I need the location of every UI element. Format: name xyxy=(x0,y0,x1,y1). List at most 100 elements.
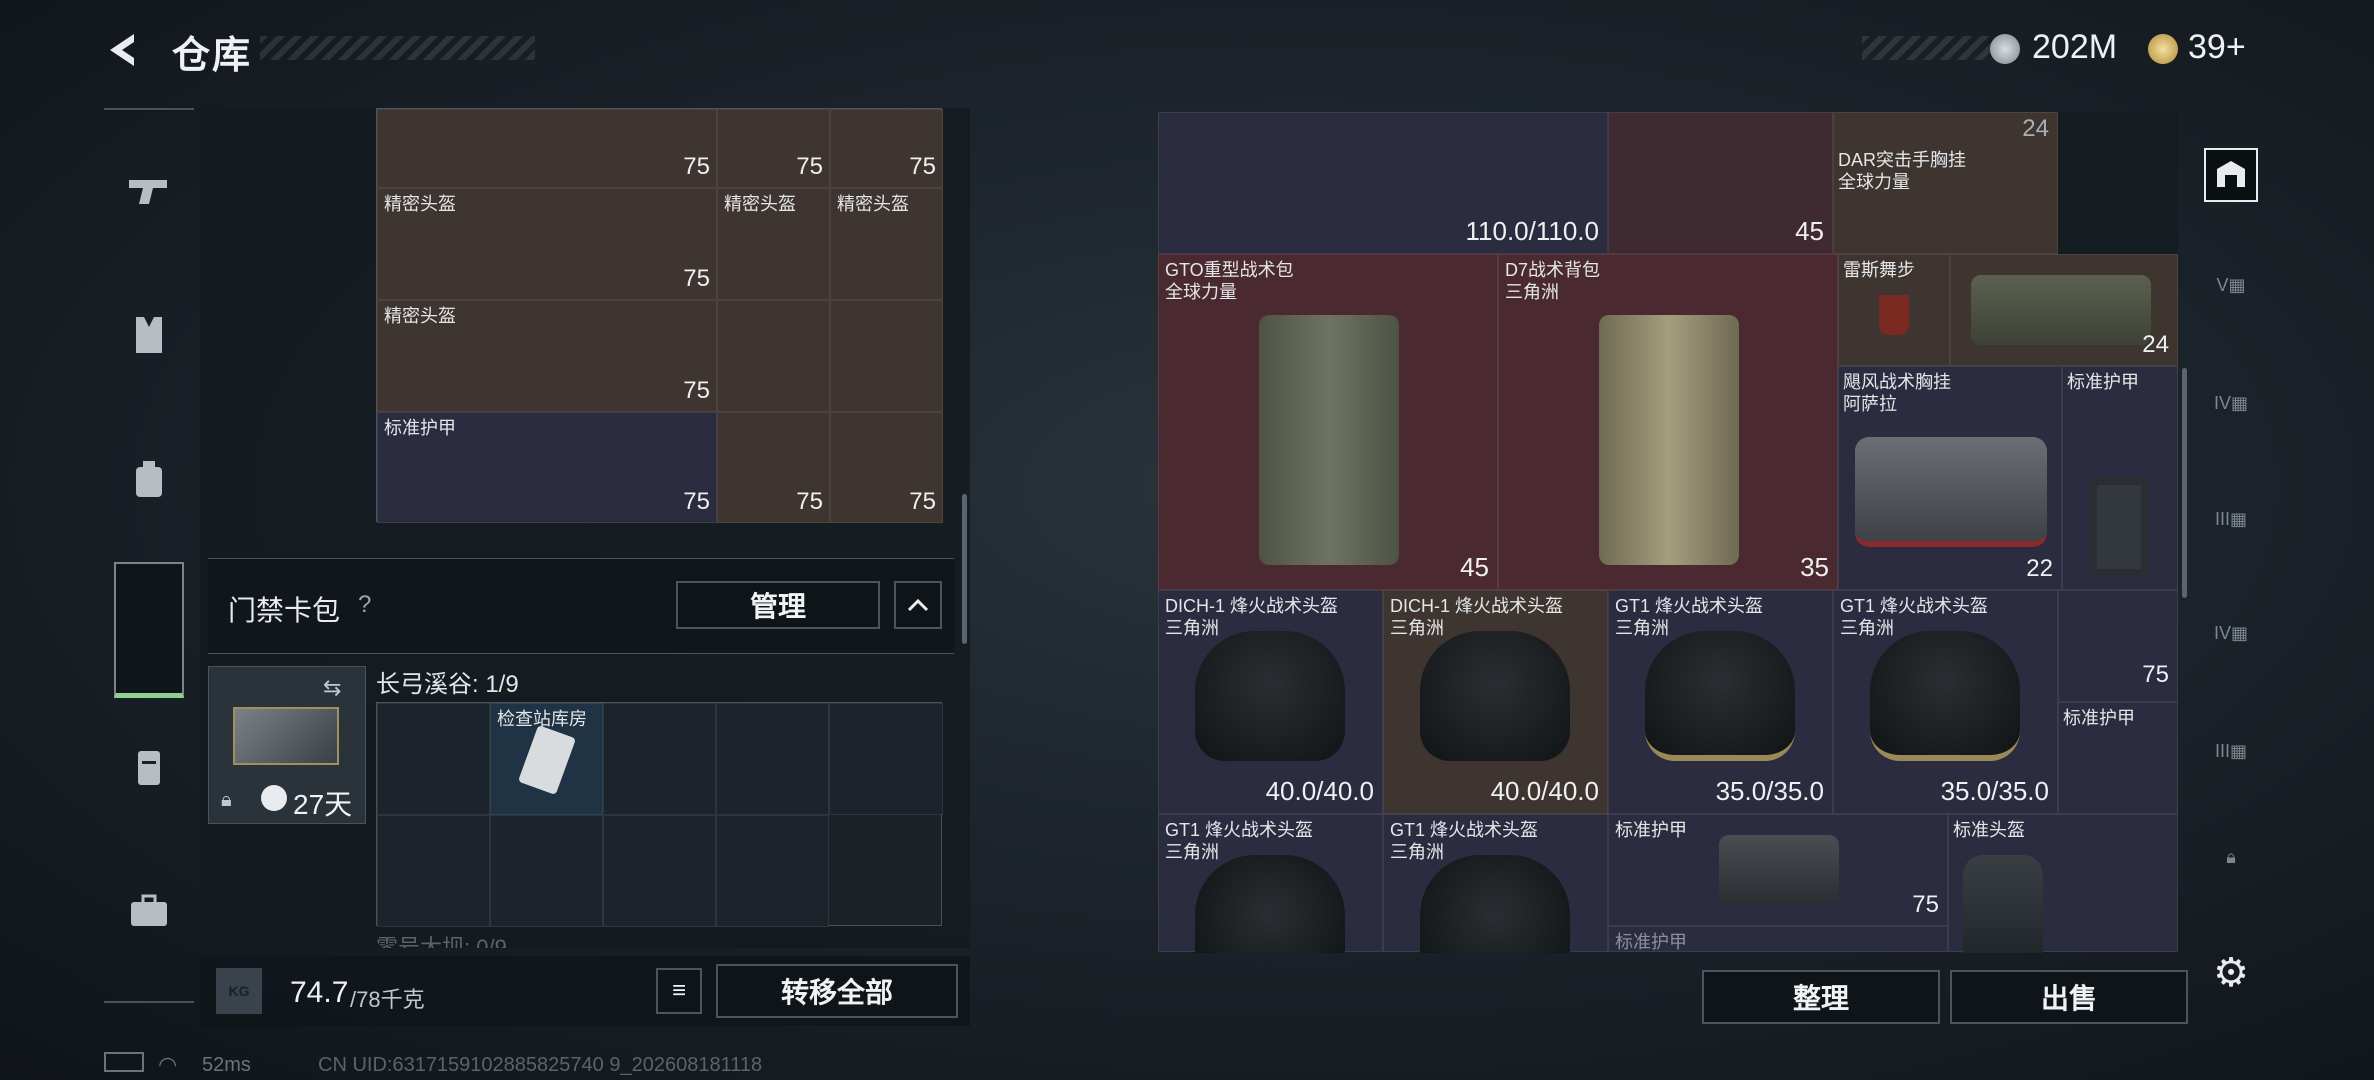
sort-button[interactable]: 整理 xyxy=(1702,970,1940,1024)
grid-cell[interactable] xyxy=(717,300,830,412)
item-label: GT1 烽火战术头盔 xyxy=(1390,820,1539,840)
page-v-icon[interactable]: V▦ xyxy=(2204,258,2258,312)
uid-text: CN UID:6317159102885825740 9_20260818111… xyxy=(318,1054,763,1076)
item-cell[interactable]: 标准护甲 75 xyxy=(1608,814,1948,926)
page-iii-icon[interactable]: III▦ xyxy=(2204,724,2258,778)
side-nav xyxy=(104,108,194,1003)
item-cell[interactable]: GTO重型战术包 全球力量 45 xyxy=(1158,254,1498,590)
grid-cell[interactable]: 75 xyxy=(717,109,830,188)
capacity-value: 22 xyxy=(2026,555,2053,582)
nav-selected-indicator xyxy=(114,562,184,698)
durability-value: 35.0/35.0 xyxy=(1940,776,2049,806)
keycard-slot[interactable] xyxy=(716,815,829,927)
helmet-image xyxy=(1195,855,1345,953)
page-iv-icon[interactable]: IV▦ xyxy=(2204,606,2258,660)
right-scrollbar[interactable] xyxy=(2182,368,2187,598)
collapse-button[interactable] xyxy=(894,581,942,629)
list-view-icon[interactable]: ≡ xyxy=(656,968,702,1014)
help-icon[interactable]: ? xyxy=(358,591,371,619)
item-label: 标准护甲 xyxy=(2063,708,2135,728)
keycard-slot[interactable] xyxy=(377,703,490,815)
item-label: DAR突击手胸挂 xyxy=(1838,150,1967,170)
item-cell[interactable]: DICH-1 烽火战术头盔 三角洲 40.0/40.0 xyxy=(1158,590,1383,814)
nav-backpack-icon[interactable] xyxy=(104,434,194,524)
manage-button[interactable]: 管理 xyxy=(676,581,880,629)
weight-icon: KG xyxy=(216,968,262,1014)
sell-button[interactable]: 出售 xyxy=(1950,970,2188,1024)
grid-cell[interactable]: 精密头盔 75 xyxy=(377,188,717,300)
item-cell[interactable]: 45 xyxy=(1608,112,1833,254)
grid-cell[interactable]: 75 xyxy=(377,109,717,188)
left-scrollbar[interactable] xyxy=(962,494,967,644)
durability-value: 75 xyxy=(796,488,823,515)
item-cell[interactable]: 雷斯舞步 xyxy=(1838,254,1950,366)
grid-cell[interactable]: 75 xyxy=(830,109,943,188)
item-cell[interactable]: GT1 烽火战术头盔 三角洲 xyxy=(1383,814,1608,953)
item-faction: 三角洲 xyxy=(1165,618,1219,638)
item-cell[interactable]: 标准护甲 xyxy=(1608,926,1948,952)
durability-value: 40.0/40.0 xyxy=(1490,776,1599,806)
item-faction: 三角洲 xyxy=(1390,842,1444,862)
durability-value: 75 xyxy=(796,153,823,180)
grid-cell[interactable]: 精密头盔 xyxy=(830,188,943,300)
keycard-slot[interactable] xyxy=(603,815,716,927)
nav-weapon-icon[interactable] xyxy=(104,146,194,236)
page-iv-icon[interactable]: IV▦ xyxy=(2204,376,2258,430)
currency-gold[interactable]: 39+ xyxy=(2188,28,2246,67)
warehouse-grid-panel: 110.0/110.0 45 24 DAR突击手胸挂 全球力量 GTO重型战术包… xyxy=(1158,112,2187,953)
item-cell[interactable]: 24 DAR突击手胸挂 全球力量 xyxy=(1833,112,2058,254)
grid-cell[interactable]: 75 xyxy=(830,412,943,523)
keycard-slot[interactable] xyxy=(603,703,716,815)
nav-toolbox-icon[interactable] xyxy=(104,866,194,956)
keycard-slot[interactable]: 检查站库房 xyxy=(490,703,603,815)
item-cell[interactable]: D7战术背包 三角洲 35 xyxy=(1498,254,1838,590)
item-faction: 三角洲 xyxy=(1390,618,1444,638)
keycard-slot[interactable] xyxy=(490,815,603,927)
swap-icon[interactable]: ⇆ xyxy=(323,675,341,701)
capacity-value: 45 xyxy=(1460,552,1489,582)
warehouse-page-nav: V▦ IV▦ III▦ IV▦ III▦ 🔒︎ ⚙ xyxy=(2194,112,2268,995)
item-faction: 阿萨拉 xyxy=(1843,394,1897,414)
page-iii-icon[interactable]: III▦ xyxy=(2204,492,2258,546)
item-label: DICH-1 烽火战术头盔 xyxy=(1390,596,1564,616)
durability-value: 75 xyxy=(683,265,710,292)
back-icon[interactable] xyxy=(100,28,144,72)
settings-gear-icon[interactable]: ⚙ xyxy=(2204,946,2258,1000)
keycard-slot[interactable] xyxy=(716,703,829,815)
item-cell[interactable]: 110.0/110.0 xyxy=(1158,112,1608,254)
grid-cell[interactable]: 75 xyxy=(717,412,830,523)
item-cell[interactable]: 75 xyxy=(2058,590,2178,702)
item-cell[interactable]: GT1 烽火战术头盔 三角洲 35.0/35.0 xyxy=(1833,590,2058,814)
item-label: 标准护甲 xyxy=(1615,820,1687,840)
transfer-all-button[interactable]: 转移全部 xyxy=(716,964,958,1018)
helmet-image xyxy=(1870,631,2020,761)
grid-cell[interactable] xyxy=(830,300,943,412)
item-cell[interactable]: 标准护甲 xyxy=(2062,366,2178,590)
keycard-bag-slot[interactable]: ⇆ 🔒︎ 27天 xyxy=(208,666,366,824)
top-bar: 仓库 202M 39+ xyxy=(0,0,2374,100)
nav-vest-icon[interactable] xyxy=(104,290,194,380)
durability-value: 75 xyxy=(909,488,936,515)
item-cell[interactable]: 飓风战术胸挂 阿萨拉 22 xyxy=(1838,366,2062,590)
item-cell[interactable]: GT1 烽火战术头盔 三角洲 35.0/35.0 xyxy=(1608,590,1833,814)
keycard-slot[interactable] xyxy=(829,703,943,815)
chest-rig-image xyxy=(1971,275,2151,345)
chevron-up-icon xyxy=(907,598,929,612)
page-lock-icon[interactable]: 🔒︎ xyxy=(2204,830,2258,884)
item-cell[interactable]: DICH-1 烽火战术头盔 三角洲 40.0/40.0 xyxy=(1383,590,1608,814)
item-cell[interactable]: 标准护甲 xyxy=(2058,702,2178,814)
item-cell[interactable]: GT1 烽火战术头盔 三角洲 xyxy=(1158,814,1383,953)
grid-cell[interactable]: 标准护甲 75 xyxy=(377,412,717,523)
warehouse-main-icon[interactable] xyxy=(2204,148,2258,202)
item-cell[interactable]: 标准头盔 xyxy=(1948,814,2178,953)
capacity-value: 45 xyxy=(1795,216,1824,246)
nav-case-icon[interactable] xyxy=(104,722,194,812)
grid-cell[interactable]: 精密头盔 xyxy=(717,188,830,300)
item-cell[interactable]: 24 xyxy=(1950,254,2178,366)
item-faction: 三角洲 xyxy=(1840,618,1894,638)
keycard-slot[interactable] xyxy=(377,815,490,927)
grid-cell[interactable]: 精密头盔 75 xyxy=(377,300,717,412)
item-label: 飓风战术胸挂 xyxy=(1843,372,1951,392)
durability-value: 110.0/110.0 xyxy=(1465,216,1600,246)
item-label: D7战术背包 xyxy=(1505,260,1601,280)
